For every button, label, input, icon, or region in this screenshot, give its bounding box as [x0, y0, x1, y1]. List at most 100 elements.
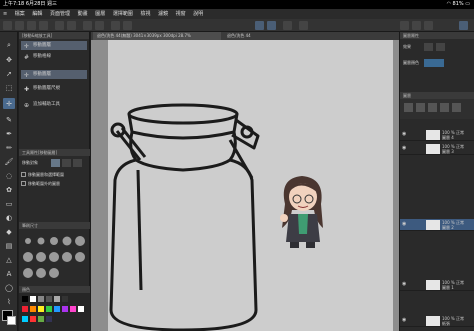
sub-tool-move-grid[interactable]: # 移動格線 [21, 52, 87, 61]
app-menu-icon[interactable]: ≡ [0, 9, 10, 19]
color-swatch[interactable] [62, 296, 68, 302]
correct-line-icon[interactable]: ⌇ [3, 296, 15, 307]
color-swatch[interactable] [30, 316, 36, 322]
brush-size-dot[interactable] [23, 252, 33, 262]
sub-tool-move-layer[interactable]: ✛ 移動圖層 [21, 41, 87, 50]
pen-icon[interactable]: ✒ [3, 128, 15, 139]
color-swatch[interactable] [78, 306, 84, 312]
layer-row[interactable]: ◉ 100 % 正常 圖層 3 [400, 143, 474, 155]
brush-size-dot[interactable] [37, 237, 45, 245]
menu-layer[interactable]: 圖層 [92, 9, 108, 19]
color-swatch[interactable] [62, 306, 68, 312]
operation-icon[interactable]: ➚ [3, 68, 15, 79]
color-swatch[interactable] [54, 306, 60, 312]
menu-edit[interactable]: 編輯 [29, 9, 45, 19]
layer-row[interactable]: ◉ 100 % 正常 紙張 [400, 315, 474, 327]
new-file-icon[interactable] [15, 21, 24, 30]
layer-tool-button-4[interactable] [440, 103, 449, 112]
layer-row[interactable]: ◉ 100 % 正常 圖層 1 [400, 279, 474, 291]
balloon-icon[interactable]: ◯ [3, 282, 15, 293]
move-target-option-3[interactable] [73, 159, 82, 167]
shape-icon[interactable]: △ [3, 254, 15, 265]
eraser-icon[interactable]: ▭ [3, 198, 15, 209]
layer-tool-button-2[interactable] [416, 103, 425, 112]
settings-icon[interactable] [412, 21, 421, 30]
snap-special-ruler-icon[interactable] [267, 21, 276, 30]
eye-icon[interactable]: ◉ [402, 221, 406, 227]
redo-icon[interactable] [67, 21, 76, 30]
edit-mode-icon[interactable] [459, 21, 468, 30]
blend-icon[interactable]: ◐ [3, 212, 15, 223]
pencil-icon[interactable]: ✏ [3, 142, 15, 153]
decoration-icon[interactable]: ✿ [3, 184, 15, 195]
save-icon[interactable] [39, 21, 48, 30]
color-swatch[interactable] [70, 306, 76, 312]
fill-icon[interactable]: ◆ [3, 226, 15, 237]
color-swatch[interactable] [22, 306, 28, 312]
selection-icon[interactable]: ⬚ [3, 82, 15, 93]
cloud-icon[interactable] [400, 21, 409, 30]
zoom-icon[interactable]: ⌕ [3, 40, 15, 51]
brush-size-dot[interactable] [49, 268, 59, 278]
deselect-icon[interactable] [111, 21, 120, 30]
layer-color-swatch[interactable] [424, 59, 444, 67]
undo-icon[interactable] [55, 21, 64, 30]
color-swatch[interactable] [46, 306, 52, 312]
option-row[interactable]: 移動圖層和選擇範圍 [19, 170, 90, 179]
home-icon[interactable] [3, 21, 12, 30]
grid-icon[interactable] [283, 21, 292, 30]
color-swatch[interactable] [38, 306, 44, 312]
sub-tool-move-layer-2[interactable]: ✛ 移動圖層 [21, 70, 87, 79]
brush-size-dot[interactable] [75, 236, 85, 246]
brush-size-dot[interactable] [62, 236, 72, 246]
sub-tool-move-ruler[interactable]: ✚ 移動圖層尺規 [21, 84, 87, 93]
menu-animation[interactable]: 動畫 [75, 9, 91, 19]
brush-size-dot[interactable] [75, 252, 85, 262]
invert-icon[interactable] [123, 21, 132, 30]
eye-icon[interactable]: ◉ [402, 317, 406, 323]
open-file-icon[interactable] [27, 21, 36, 30]
brush-size-dot[interactable] [36, 252, 46, 262]
add-sub-tool-button[interactable]: ⊕ 追加輔助工具 [21, 100, 87, 109]
brush-size-dot[interactable] [23, 268, 33, 278]
lock-icon[interactable] [424, 21, 433, 30]
ruler-icon[interactable] [299, 21, 308, 30]
move-target-option[interactable] [51, 159, 60, 167]
eye-icon[interactable]: ◉ [402, 131, 406, 137]
clear-icon[interactable] [83, 21, 92, 30]
menu-select[interactable]: 選擇範圍 [110, 9, 136, 19]
brush-size-dot[interactable] [25, 238, 31, 244]
airbrush-icon[interactable]: ◌ [3, 170, 15, 181]
effect-button-2[interactable] [436, 43, 445, 51]
color-swatch[interactable] [38, 316, 44, 322]
layer-tool-button-5[interactable] [452, 103, 461, 112]
color-swatch[interactable] [30, 306, 36, 312]
brush-size-dot[interactable] [50, 237, 58, 245]
transform-icon[interactable] [95, 21, 104, 30]
snap-ruler-icon[interactable] [255, 21, 264, 30]
layer-tool-button-3[interactable] [428, 103, 437, 112]
menu-filter[interactable]: 濾鏡 [155, 9, 171, 19]
effect-button[interactable] [424, 43, 433, 51]
option-row-2[interactable]: 移動範圍外的圖層 [19, 179, 90, 188]
color-swatch[interactable] [46, 296, 52, 302]
eye-icon[interactable]: ◉ [402, 281, 406, 287]
menu-file[interactable]: 檔案 [12, 9, 28, 19]
color-swatch[interactable] [22, 296, 28, 302]
layer-move-icon[interactable]: ✛ [3, 98, 15, 109]
gradient-icon[interactable]: ▤ [3, 240, 15, 251]
color-swatch[interactable] [54, 296, 60, 302]
checkbox[interactable] [21, 172, 26, 177]
brush-size-dot[interactable] [62, 252, 72, 262]
layer-row-selected[interactable]: ◉ 100 % 正常 圖層 2 [400, 219, 474, 231]
canvas-tab-active[interactable]: 退色/洗色 44(無題) 3041×3039px 300dpi 28.7% [93, 32, 221, 40]
color-swatch[interactable] [30, 296, 36, 302]
brush-size-dot[interactable] [49, 252, 59, 262]
menu-help[interactable]: 說明 [190, 9, 206, 19]
text-icon[interactable]: A [3, 268, 15, 279]
move-icon[interactable]: ✥ [3, 54, 15, 65]
color-swatch[interactable] [46, 316, 52, 322]
brush-icon[interactable]: 🖌 [3, 156, 15, 167]
eye-icon[interactable]: ◉ [402, 145, 406, 151]
checkbox-2[interactable] [21, 181, 26, 186]
